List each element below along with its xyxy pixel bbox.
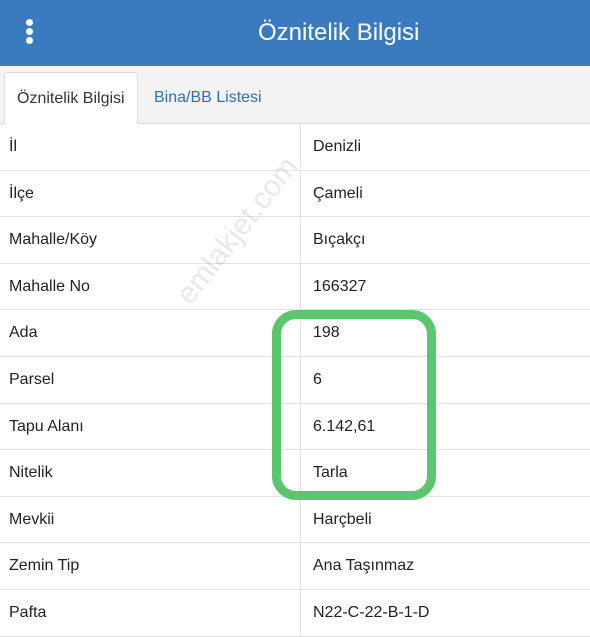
row-label: Mahalle No	[9, 277, 90, 295]
row-value: Tarla	[313, 464, 348, 482]
column-divider	[300, 403, 301, 450]
row-label: Pafta	[9, 603, 47, 621]
table-row: Ada 198	[0, 310, 590, 357]
row-value: Harçbeli	[313, 510, 372, 528]
tab-bar: Öznitelik Bilgisi Bina/BB Listesi	[0, 66, 590, 125]
row-value: 6	[313, 370, 322, 388]
row-value: Çameli	[313, 184, 363, 202]
row-label: Tapu Alanı	[9, 417, 84, 435]
row-label: Mahalle/Köy	[9, 231, 98, 249]
row-label: Mevkii	[9, 510, 55, 528]
column-divider	[300, 589, 301, 636]
row-label: Ada	[9, 324, 38, 342]
attribute-table: İl Denizli İlçe Çameli Mahalle/Köy Bıçak…	[0, 124, 590, 637]
row-label: İlçe	[9, 184, 34, 202]
table-row: Mahalle No 166327	[0, 263, 590, 311]
column-divider	[300, 217, 301, 263]
row-label: Nitelik	[9, 464, 53, 482]
table-row: Nitelik Tarla	[0, 450, 590, 497]
column-divider	[300, 496, 301, 543]
table-row: İlçe Çameli	[0, 170, 590, 218]
page-title: Öznitelik Bilgisi	[258, 19, 420, 46]
dot	[26, 19, 33, 26]
row-value: 166327	[313, 277, 367, 295]
row-value: N22-C-22-B-1-D	[313, 603, 430, 621]
row-label: İl	[9, 138, 17, 155]
table-row: Zemin Tip Ana Taşınmaz	[0, 543, 590, 590]
row-value: Ana Taşınmaz	[313, 557, 415, 575]
row-label: Zemin Tip	[9, 557, 80, 575]
column-divider	[300, 170, 301, 217]
column-divider	[300, 124, 301, 170]
table-row: Parsel 6	[0, 356, 590, 404]
row-value: 198	[313, 324, 340, 342]
row-label: Parsel	[9, 370, 55, 388]
column-divider	[300, 310, 301, 356]
dot	[26, 28, 33, 35]
column-divider	[300, 543, 301, 589]
dot	[26, 37, 33, 44]
row-value: 6.142,61	[313, 417, 376, 435]
column-divider	[300, 356, 301, 403]
row-value: Denizli	[313, 138, 362, 155]
column-divider	[300, 450, 301, 496]
app-header: Öznitelik Bilgisi	[0, 0, 590, 66]
table-row: Mevkii Harçbeli	[0, 496, 590, 544]
vertical-dots-icon[interactable]	[22, 18, 38, 46]
table-row: Pafta N22-C-22-B-1-D	[0, 589, 590, 637]
table-row: Mahalle/Köy Bıçakçı	[0, 217, 590, 264]
tab-oznitelik-bilgisi[interactable]: Öznitelik Bilgisi	[4, 72, 138, 125]
tab-bina-bb-listesi[interactable]: Bina/BB Listesi	[142, 72, 274, 125]
table-row: Tapu Alanı 6.142,61	[0, 403, 590, 451]
row-value: Bıçakçı	[313, 231, 366, 249]
table-row: İl Denizli	[0, 124, 590, 171]
column-divider	[300, 263, 301, 310]
